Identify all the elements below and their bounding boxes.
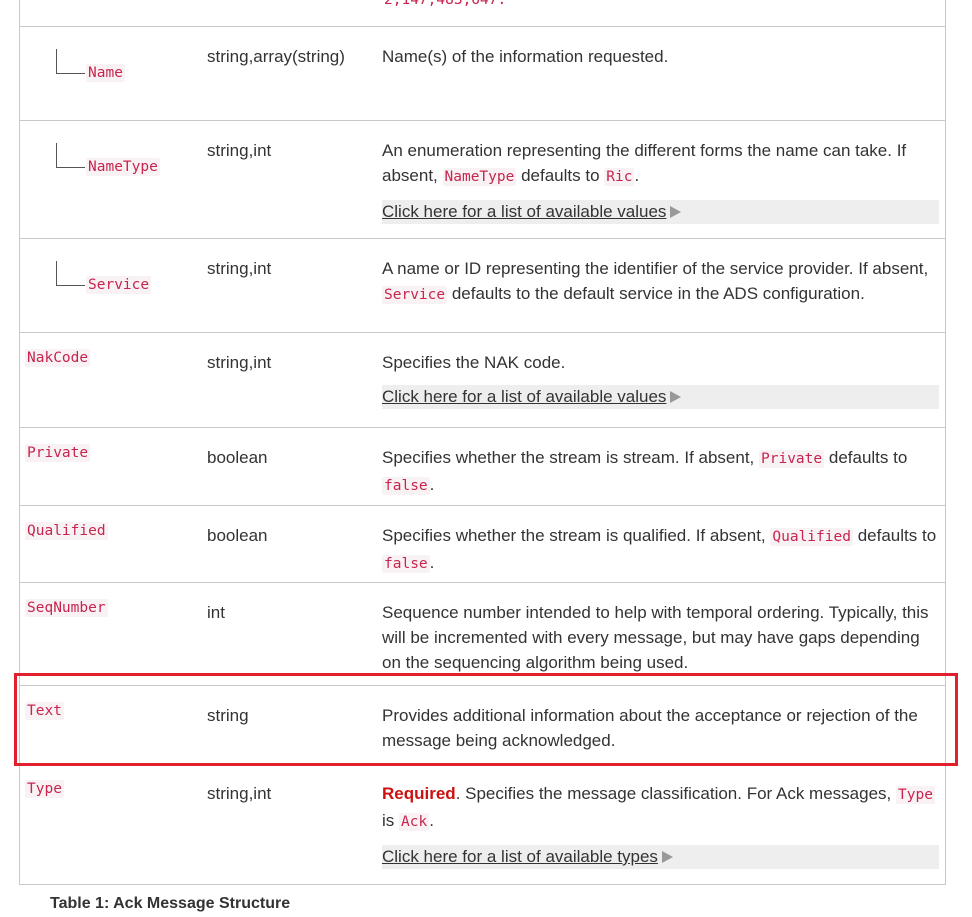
field-description: Specifies whether the stream is qualifie…: [382, 523, 942, 577]
desc-text: .: [429, 811, 434, 830]
field-name: NameType: [86, 158, 160, 176]
desc-text: defaults to: [521, 166, 600, 185]
inline-code: NameType: [442, 168, 517, 186]
field-type: string,int: [207, 141, 272, 160]
inline-code: Private: [759, 450, 825, 468]
table-row-seqnumber: SeqNumber int Sequence number intended t…: [20, 582, 945, 686]
field-name: Qualified: [25, 522, 108, 540]
desc-text: Specifies whether the stream is qualifie…: [382, 526, 766, 545]
values-link-text[interactable]: Click here for a list of available value…: [382, 387, 666, 406]
inline-code: Qualified: [770, 528, 853, 546]
field-type: string,int: [207, 784, 272, 803]
table-row-private: Private boolean Specifies whether the st…: [20, 427, 945, 506]
desc-text: Specifies whether the stream is stream. …: [382, 448, 755, 467]
tree-connector-icon: [56, 261, 85, 286]
field-name: Private: [25, 444, 91, 462]
expand-arrow-icon[interactable]: [670, 206, 682, 218]
field-name: SeqNumber: [25, 599, 108, 617]
table-row-name: Name string,array(string) Name(s) of the…: [20, 26, 945, 121]
table-row-type: Type string,int Required. Specifies the …: [20, 763, 945, 885]
desc-text: .: [429, 475, 435, 494]
desc-text: defaults to: [828, 448, 908, 467]
table-row-nametype: NameType string,int An enumeration repre…: [20, 120, 945, 239]
desc-text: defaults to: [857, 526, 937, 545]
expand-arrow-icon[interactable]: [670, 391, 682, 403]
table-caption: Table 1: Ack Message Structure: [50, 895, 291, 912]
values-link[interactable]: Click here for a list of available value…: [382, 200, 939, 224]
table-row: 2,147,483,647.: [20, 0, 945, 26]
inline-code: Ric: [604, 168, 635, 186]
desc-text: .: [634, 166, 640, 185]
expand-arrow-icon[interactable]: [661, 851, 673, 863]
field-name: Type: [25, 780, 64, 798]
field-description: Specifies the NAK code. Click here for a…: [382, 350, 942, 409]
field-description: Sequence number intended to help with te…: [382, 603, 929, 672]
table-row-qualified: Qualified boolean Specifies whether the …: [20, 505, 945, 583]
values-link-text[interactable]: Click here for a list of available value…: [382, 202, 666, 221]
field-type: string,int: [207, 259, 272, 278]
field-type: string,int: [207, 353, 272, 372]
field-name: Service: [86, 276, 152, 294]
field-description: Name(s) of the information requested.: [382, 47, 669, 66]
field-description: A name or ID representing the identifier…: [382, 256, 942, 308]
field-type: boolean: [207, 526, 268, 545]
tree-connector-icon: [56, 143, 85, 168]
field-type: string,array(string): [207, 47, 345, 66]
field-name: Name: [86, 64, 125, 82]
table-row-nakcode: NakCode string,int Specifies the NAK cod…: [20, 332, 945, 428]
types-link-text[interactable]: Click here for a list of available types: [382, 847, 658, 866]
inline-code: Type: [896, 786, 935, 804]
values-link[interactable]: Click here for a list of available value…: [382, 385, 939, 409]
field-description: Specifies whether the stream is stream. …: [382, 445, 942, 499]
field-name: NakCode: [25, 349, 91, 367]
desc-text: .: [429, 553, 435, 572]
tree-connector-icon: [56, 49, 85, 74]
desc-text: Specifies the NAK code.: [382, 353, 566, 372]
required-label: Required: [382, 784, 456, 803]
field-description: Required. Specifies the message classifi…: [382, 781, 942, 869]
highlight-box: [14, 673, 958, 766]
types-link[interactable]: Click here for a list of available types: [382, 845, 939, 869]
desc-text: defaults to the default service in the A…: [451, 284, 865, 303]
inline-code: Service: [382, 286, 448, 304]
field-description: An enumeration representing the differen…: [382, 138, 942, 224]
desc-text: . Specifies the message classification. …: [455, 784, 892, 803]
field-type: int: [207, 603, 225, 622]
inline-code: false: [382, 555, 430, 573]
table-row-service: Service string,int A name or ID represen…: [20, 238, 945, 333]
inline-code: false: [382, 477, 430, 495]
desc-text: A name or ID representing the identifier…: [382, 259, 929, 278]
value-fragment: 2,147,483,647.: [384, 0, 507, 8]
desc-text: is: [382, 811, 395, 830]
field-type: boolean: [207, 448, 268, 467]
inline-code: Ack: [399, 813, 430, 831]
